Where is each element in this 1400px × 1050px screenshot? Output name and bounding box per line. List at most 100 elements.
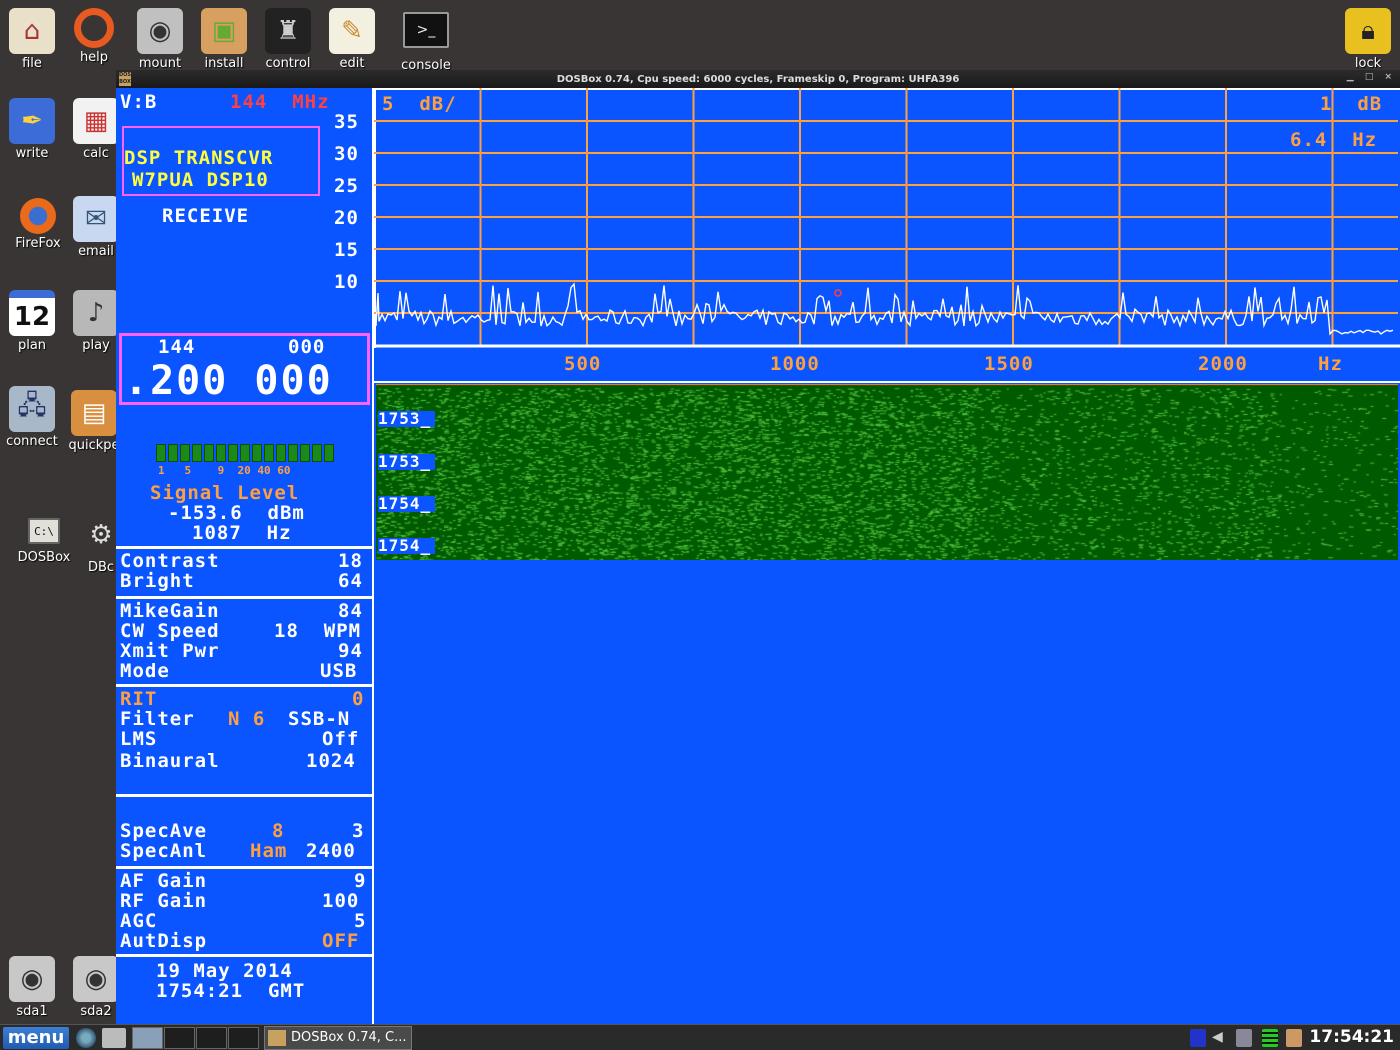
desktop-icon-connect[interactable]: 🖧︎ connect (0, 386, 64, 449)
meter-segment (156, 444, 166, 462)
browser-launcher-icon[interactable] (76, 1028, 96, 1048)
taskbar-item-dosbox[interactable]: DOSBox 0.74, C... (264, 1026, 412, 1050)
spectrum-graph[interactable] (374, 88, 1400, 388)
meter-segment (204, 444, 214, 462)
battery-icon[interactable] (1190, 1029, 1206, 1047)
agc-label: AGC (120, 910, 158, 932)
contrast-value[interactable]: 18 (338, 551, 363, 571)
workspace-1[interactable] (132, 1027, 163, 1049)
signal-meter (156, 444, 334, 462)
package-icon: ▣ (201, 8, 247, 54)
bright-value[interactable]: 64 (338, 571, 363, 591)
menu-button[interactable]: menu (3, 1027, 69, 1049)
scale-label: 35 (334, 111, 359, 133)
desktop-icon-install[interactable]: ▣ install (192, 8, 256, 71)
separator (116, 954, 372, 957)
desktop-icon-mount[interactable]: ◉ mount (128, 8, 192, 71)
autdisp-label: AutDisp (120, 930, 208, 952)
x-tick-label: 1000 (770, 353, 820, 375)
house-icon: ⌂ (9, 8, 55, 54)
mikegain-value[interactable]: 84 (338, 601, 363, 621)
scale-label: 15 (334, 239, 359, 261)
agc-value[interactable]: 5 (354, 911, 366, 931)
desktop-icon-write[interactable]: ✒ write (0, 98, 64, 161)
specanl-b[interactable]: 2400 (306, 841, 356, 861)
meter-segment (228, 444, 238, 462)
desktop-icon-dosbox[interactable]: C:\ DOSBox (12, 512, 76, 565)
spectrum-scale-right: 1 dB (1320, 93, 1383, 115)
x-tick-label: 2000 (1198, 353, 1248, 375)
xmitpwr-value[interactable]: 94 (338, 641, 363, 661)
receive-status: RECEIVE (162, 205, 250, 227)
spreadsheet-icon: ▦ (73, 98, 119, 144)
lifebuoy-icon (74, 8, 114, 48)
tuning-marker (834, 289, 842, 297)
warning-icon[interactable] (1286, 1029, 1302, 1047)
desktop-icon-lock[interactable]: 🔒︎ lock (1336, 8, 1400, 71)
network-icon: 🖧︎ (9, 386, 55, 432)
window-titlebar[interactable]: DOS BOX DOSBox 0.74, Cpu speed: 6000 cyc… (116, 70, 1400, 88)
desktop-icon-plan[interactable]: 12 plan (0, 290, 64, 353)
desktop-icon-label: edit (339, 56, 365, 71)
separator (116, 794, 372, 797)
filter-value[interactable]: SSB-N (288, 709, 350, 729)
specanl-a[interactable]: Ham (250, 841, 287, 861)
desktop-icon-dbc[interactable]: ⚙ DBc (86, 512, 116, 575)
banner-line1: DSP TRANSCVR (124, 147, 274, 169)
lms-value[interactable]: Off (322, 729, 359, 749)
drive-icon: ◉ (9, 956, 55, 1002)
desktop-icon-label: connect (6, 434, 58, 449)
separator (116, 596, 372, 599)
desktop-icon-control[interactable]: ♜ control (256, 8, 320, 71)
meter-segment (252, 444, 262, 462)
desktop-icon-edit[interactable]: ✎ edit (320, 8, 384, 71)
autdisp-value[interactable]: OFF (322, 931, 359, 951)
meter-segment (216, 444, 226, 462)
dosbox-window-icon: DOS BOX (119, 72, 132, 86)
gear-icon: ⚙ (89, 520, 113, 550)
binaural-value[interactable]: 1024 (306, 751, 356, 771)
show-desktop-icon[interactable] (102, 1028, 126, 1048)
band-label: 144 MHz (230, 91, 330, 113)
desktop-icon-label: write (15, 146, 49, 161)
banner-line2: W7PUA DSP10 (132, 169, 269, 191)
afgain-value[interactable]: 9 (354, 871, 366, 891)
workspace-2[interactable] (164, 1027, 195, 1049)
window-title: DOSBox 0.74, Cpu speed: 6000 cycles, Fra… (556, 73, 960, 85)
afgain-label: AF Gain (120, 870, 208, 892)
calendar-icon: 12 (9, 290, 55, 336)
dosbox-window[interactable]: DOS BOX DOSBox 0.74, Cpu speed: 6000 cyc… (116, 70, 1400, 1026)
mode-value[interactable]: USB (320, 661, 357, 681)
workspace-4[interactable] (228, 1027, 259, 1049)
desktop-icon-firefox[interactable]: FireFox (6, 198, 70, 251)
specave-b[interactable]: 3 (352, 821, 364, 841)
contrast-label: Contrast (120, 550, 220, 572)
cwspeed-value[interactable]: 18 WPM (274, 621, 361, 641)
desktop-icon-sda1[interactable]: ◉ sda1 (0, 956, 64, 1019)
window-controls[interactable]: ▁ □ × (1347, 72, 1396, 82)
network-tray-icon[interactable] (1236, 1029, 1252, 1047)
meter-segment (312, 444, 322, 462)
workspace-3[interactable] (196, 1027, 227, 1049)
scale-label: 20 (334, 207, 359, 229)
desktop-icon-help[interactable]: help (62, 8, 126, 65)
desktop-icon-console[interactable]: >_ console (394, 12, 458, 73)
desktop-icon-label: DBc (87, 560, 115, 575)
taskbar-clock[interactable]: 17:54:21 (1309, 1027, 1394, 1047)
desktop-icon-label: plan (17, 338, 47, 353)
volume-icon[interactable]: ◀ (1212, 1029, 1228, 1047)
waterfall-time-label: 1754_ (378, 496, 436, 512)
spectrum-trace (375, 282, 1394, 336)
scale-label: 25 (334, 175, 359, 197)
waterfall-display[interactable] (376, 384, 1398, 560)
rit-value[interactable]: 0 (352, 689, 364, 709)
desktop-icon-file[interactable]: ⌂ file (0, 8, 64, 71)
filter-code[interactable]: N 6 (228, 709, 265, 729)
waterfall-time-label: 1754_ (378, 538, 436, 554)
desktop-icon-label: FireFox (15, 236, 61, 251)
specave-a[interactable]: 8 (272, 821, 284, 841)
mail-icon: ✉ (73, 196, 119, 242)
scale-label: 10 (334, 271, 359, 293)
meter-segment (240, 444, 250, 462)
rfgain-value[interactable]: 100 (322, 891, 359, 911)
